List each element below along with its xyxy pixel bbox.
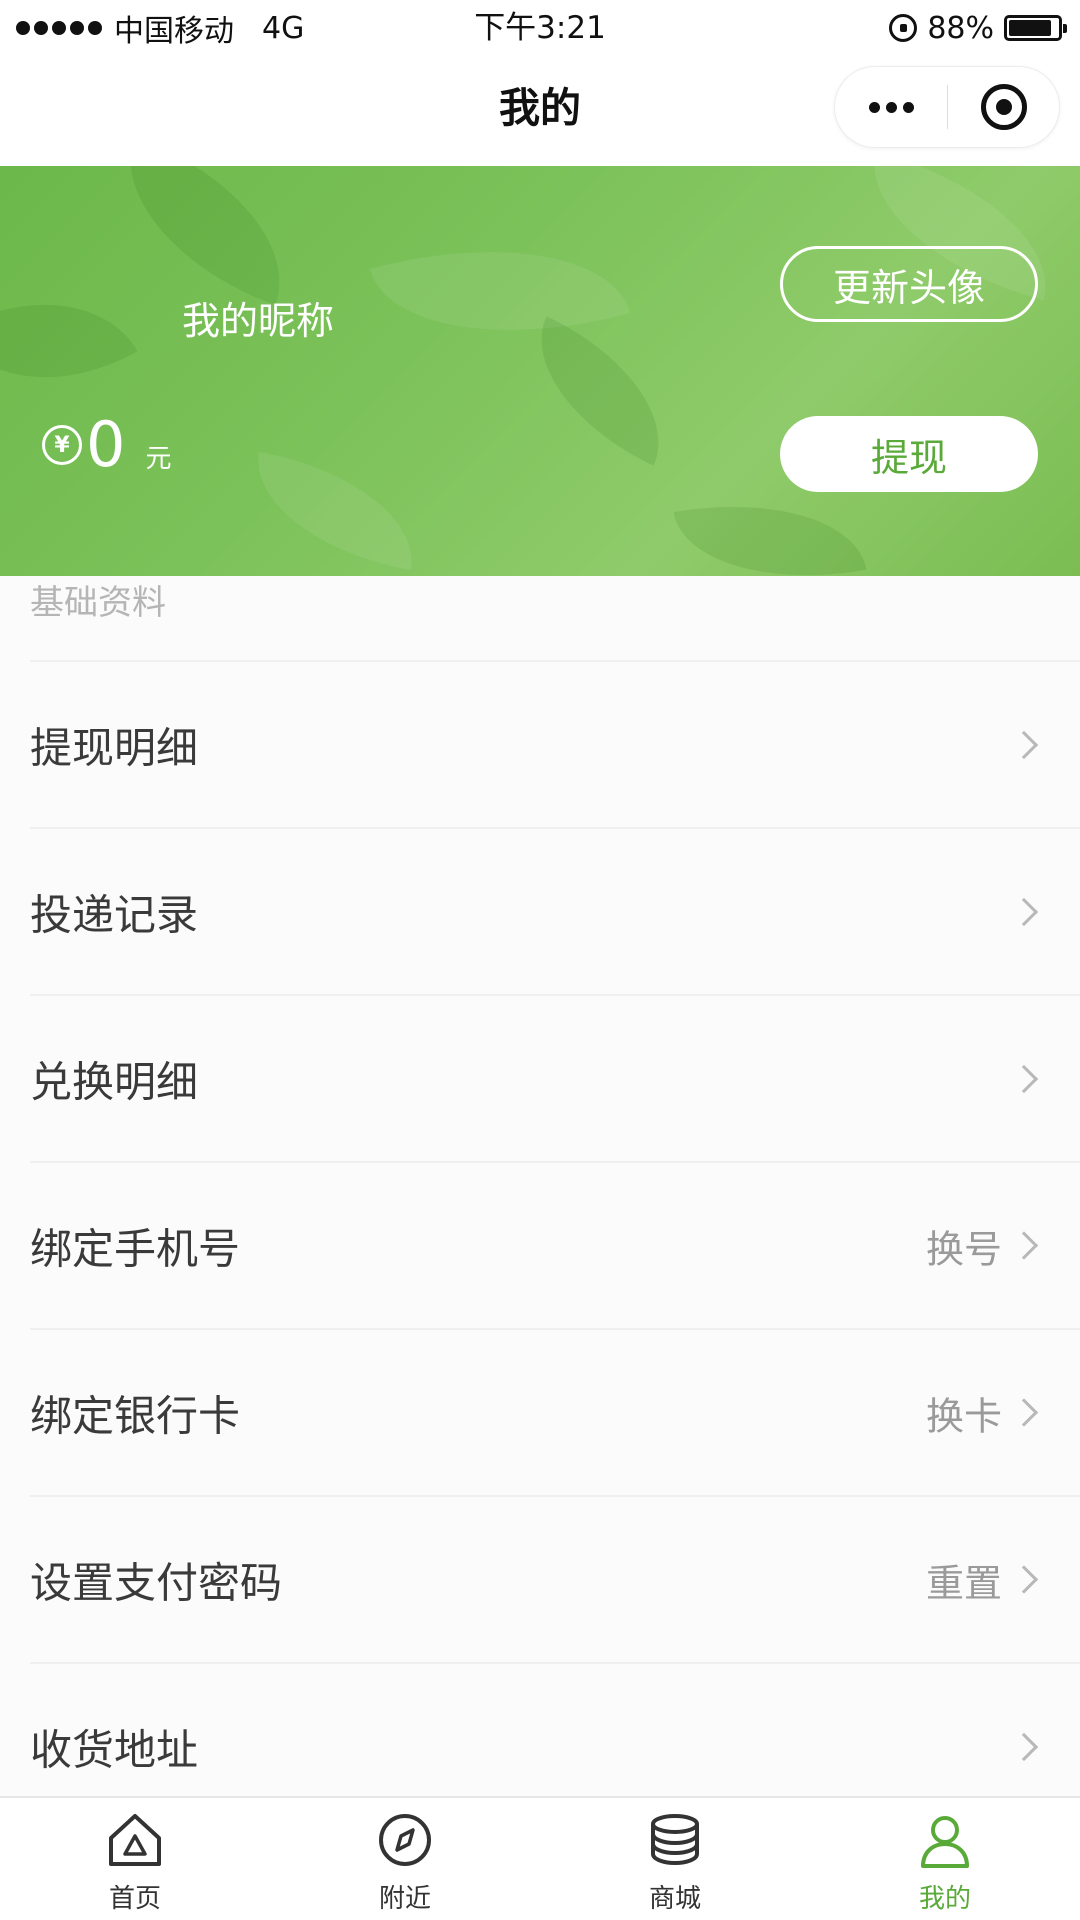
profile-banner: 我的昵称 ¥ 0 元 更新头像 提现 <box>0 166 1080 576</box>
balance-unit: 元 <box>145 443 172 474</box>
battery-level <box>1009 20 1052 36</box>
settings-menu: 提现明细 投递记录 兑换明细 绑定手机号 换号 绑定银行卡 换卡 设置支付密码 … <box>0 660 1080 1829</box>
menu-item-payment-password[interactable]: 设置支付密码 重置 <box>30 1495 1080 1662</box>
more-button[interactable] <box>835 67 947 147</box>
tab-label: 我的 <box>918 1884 971 1914</box>
tab-home[interactable]: 首页 <box>0 1798 270 1920</box>
leaf-decoration <box>243 451 427 571</box>
withdraw-button[interactable]: 提现 <box>780 416 1038 492</box>
tab-bar: 首页 附近 商城 我的 <box>0 1796 1080 1920</box>
more-dot-icon <box>902 101 914 113</box>
more-dot-icon <box>885 101 897 113</box>
battery-icon <box>1004 15 1067 41</box>
menu-item-value: 换卡 <box>925 1394 1002 1438</box>
balance-amount: 0 <box>86 408 126 481</box>
menu-item-label: 兑换明细 <box>30 1057 199 1106</box>
tab-label: 附近 <box>378 1884 431 1914</box>
menu-item-delivery-records[interactable]: 投递记录 <box>30 827 1080 994</box>
menu-item-value: 换号 <box>925 1227 1002 1271</box>
section-title: 基础资料 <box>30 583 166 623</box>
chevron-right-icon <box>1009 897 1039 926</box>
menu-item-label: 绑定手机号 <box>30 1224 241 1273</box>
menu-item-withdraw-details[interactable]: 提现明细 <box>30 660 1080 827</box>
leaf-decoration <box>96 166 314 306</box>
tab-label: 首页 <box>108 1884 161 1914</box>
menu-item-bind-phone[interactable]: 绑定手机号 换号 <box>30 1161 1080 1328</box>
mini-program-capsule <box>834 66 1060 148</box>
more-dot-icon <box>868 101 880 113</box>
chevron-right-icon <box>1009 730 1039 759</box>
tab-mine[interactable]: 我的 <box>810 1798 1080 1920</box>
status-bar: 中国移动 4G 下午3:21 88% <box>0 0 1080 54</box>
close-button[interactable] <box>948 67 1059 147</box>
coins-icon <box>651 1814 699 1866</box>
tab-nearby[interactable]: 附近 <box>270 1798 540 1920</box>
menu-item-label: 投递记录 <box>30 890 199 939</box>
tab-label: 商城 <box>648 1884 701 1914</box>
chevron-right-icon <box>1009 1732 1039 1761</box>
chevron-right-icon <box>1009 1565 1039 1594</box>
update-avatar-button[interactable]: 更新头像 <box>780 246 1038 322</box>
user-nickname: 我的昵称 <box>182 299 335 343</box>
leaf-decoration <box>508 316 692 466</box>
yen-icon: ¥ <box>42 425 82 465</box>
menu-item-label: 设置支付密码 <box>30 1558 283 1607</box>
chevron-right-icon <box>1009 1398 1039 1427</box>
leaf-decoration <box>0 255 138 427</box>
leaf-decoration <box>673 481 867 576</box>
menu-item-label: 提现明细 <box>30 723 199 772</box>
close-target-icon <box>980 84 1027 130</box>
menu-item-bind-bank-card[interactable]: 绑定银行卡 换卡 <box>30 1328 1080 1495</box>
status-bar-right: 88% <box>889 8 1067 48</box>
compass-icon <box>379 1814 431 1866</box>
battery-percent: 88% <box>927 10 994 46</box>
chevron-right-icon <box>1009 1231 1039 1260</box>
home-icon <box>109 1814 161 1866</box>
menu-item-label: 收货地址 <box>30 1725 199 1774</box>
menu-item-exchange-details[interactable]: 兑换明细 <box>30 994 1080 1161</box>
menu-item-label: 绑定银行卡 <box>30 1391 241 1440</box>
orientation-lock-icon <box>889 14 918 42</box>
chevron-right-icon <box>1009 1064 1039 1093</box>
balance-display: ¥ 0 元 <box>42 410 171 480</box>
menu-item-value: 重置 <box>925 1561 1002 1605</box>
user-icon <box>921 1816 969 1868</box>
nav-bar: 我的 <box>0 54 1080 166</box>
tab-mall[interactable]: 商城 <box>540 1798 810 1920</box>
